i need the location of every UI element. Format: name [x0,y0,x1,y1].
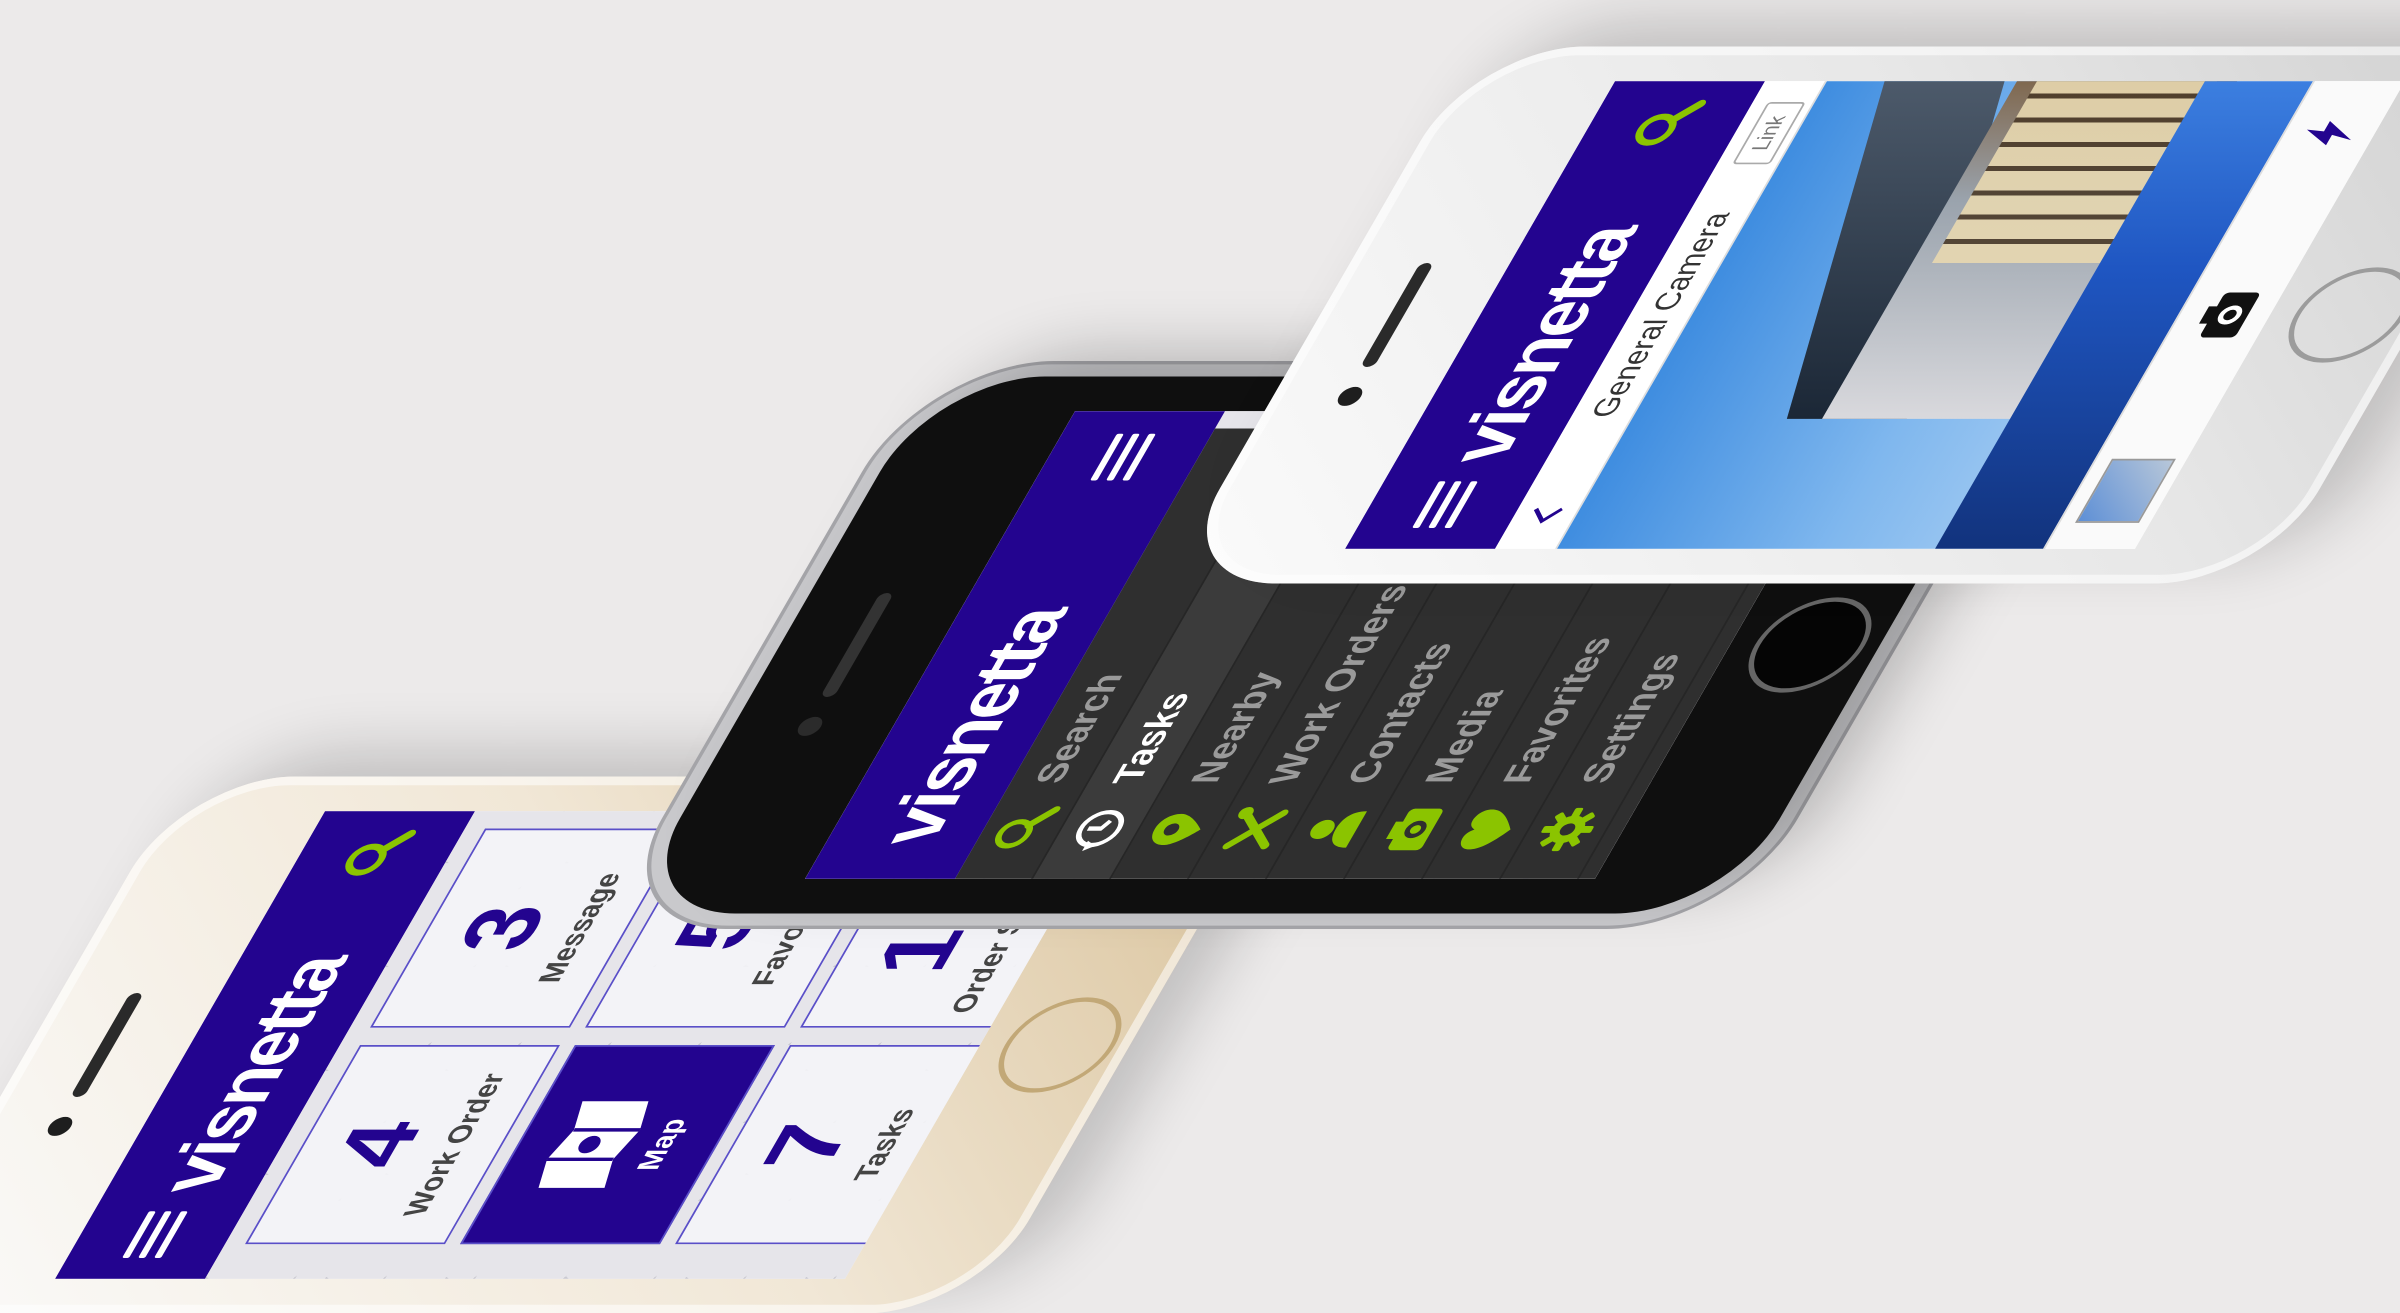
flash-icon[interactable] [2293,116,2367,151]
hamburger-icon[interactable] [122,1211,189,1259]
map-pin-icon [1152,813,1201,846]
tools-icon [1222,806,1289,850]
earpiece-speaker [70,993,145,1097]
heart-icon [1460,809,1511,850]
camera-icon [1385,808,1443,851]
earpiece-speaker [1360,263,1435,367]
home-button[interactable] [977,997,1143,1093]
contacts-icon [1310,811,1367,848]
shutter-camera-icon[interactable] [2186,291,2264,339]
front-camera [1333,386,1367,406]
phone-camera: visnetta General Camera Link [1165,46,2400,584]
front-camera [793,716,827,736]
hamburger-icon[interactable] [1412,481,1479,529]
hamburger-icon[interactable] [1090,433,1157,481]
search-icon[interactable] [330,828,420,880]
device-showcase: visnetta 3 Message 4 Work Order 5 Favori… [0,0,2400,1313]
camera-screen: visnetta General Camera Link [1345,81,2400,549]
front-camera [43,1116,77,1136]
search-icon[interactable] [1620,98,1710,150]
gear-icon [1540,807,1595,852]
search-icon [994,806,1061,849]
earpiece-speaker [820,593,895,697]
thumbnail-icon[interactable] [2074,458,2176,523]
home-button[interactable] [1727,597,1893,693]
history-icon [1075,809,1125,852]
